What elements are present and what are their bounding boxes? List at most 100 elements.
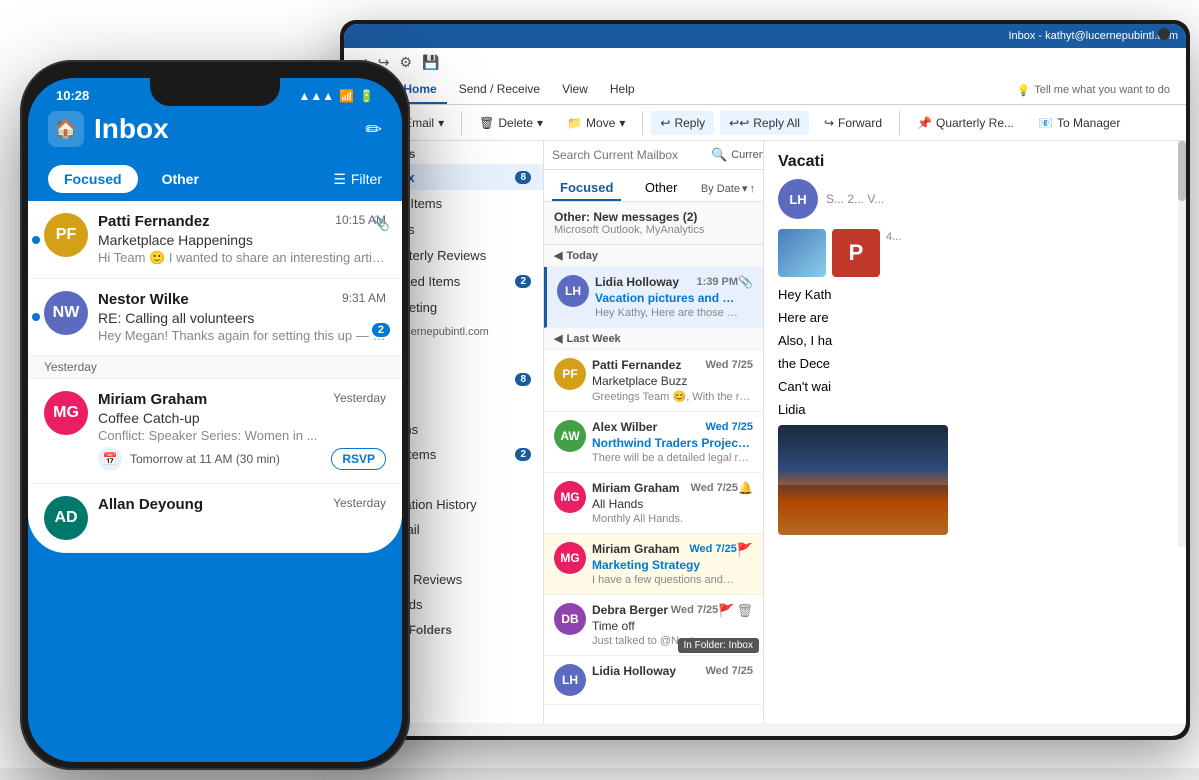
- email-inner: PF Patti Fernandez Wed 7/25 Marketplace …: [554, 358, 753, 403]
- ribbon-sep2: [642, 111, 643, 135]
- folder-inbox-badge: 8: [515, 373, 531, 386]
- quarterly-icon: 📌: [917, 116, 932, 130]
- email-subject: Marketplace Buzz: [592, 374, 753, 388]
- attachment-icon: 📎: [373, 215, 390, 232]
- email-list-item[interactable]: LH Lidia Holloway 1:39 PM Vacation pictu…: [544, 267, 763, 328]
- home-icon: 🏠: [48, 111, 84, 147]
- ribbon-sep1: [461, 111, 462, 135]
- reading-content: Vacati LH S... 2... V...: [764, 141, 1178, 547]
- reading-para-2: Here are: [778, 310, 1164, 325]
- thumb-label: 4...: [886, 231, 901, 277]
- delete-icon[interactable]: 🗑: [736, 603, 753, 619]
- email-body: Lidia Holloway 1:39 PM Vacation pictures…: [595, 275, 738, 319]
- section-last-week-triangle: ◀: [554, 332, 562, 345]
- email-list-item[interactable]: LH Lidia Holloway Wed 7/25: [544, 656, 763, 705]
- rsvp-button[interactable]: RSVP: [331, 448, 386, 470]
- reply-all-button[interactable]: ↩↩ Reply All: [720, 111, 809, 135]
- in-folder-badge: In Folder: Inbox: [678, 638, 759, 653]
- email-inner: AW Alex Wilber Wed 7/25 Northwind Trader…: [554, 420, 753, 464]
- reading-pane-title: Vacati: [778, 153, 1164, 171]
- email-preview: Monthly All Hands.: [592, 513, 738, 525]
- scrollbar-thumb[interactable]: [1178, 141, 1186, 201]
- email-row1: Allan Deyoung Yesterday: [98, 496, 386, 513]
- thumb-2: P: [832, 229, 880, 277]
- forward-button[interactable]: ↪ Forward: [815, 111, 891, 135]
- reply-icon: ↩: [660, 116, 670, 130]
- email-body: Lidia Holloway Wed 7/25: [592, 664, 753, 680]
- thumb-1: [778, 229, 826, 277]
- search-dropdown[interactable]: Current Mailbox ▾: [731, 149, 764, 162]
- email-sort-btn[interactable]: By Date ▾ ↑: [701, 182, 755, 195]
- phone-edit-icon[interactable]: ✏: [365, 117, 382, 142]
- titlebar-text: Inbox - kathyt@lucernepubintl.com: [1008, 30, 1178, 42]
- email-body: Miriam Graham Wed 7/25 All Hands Monthly…: [592, 481, 738, 525]
- phone-email-item[interactable]: PF Patti Fernandez 10:15 AM Marketplace …: [28, 201, 402, 279]
- phone-email-item[interactable]: AD Allan Deyoung Yesterday: [28, 484, 402, 553]
- email-list-item[interactable]: DB Debra Berger Wed 7/25 Time off Just t…: [544, 595, 763, 656]
- email-subject: Northwind Traders Project Review: [592, 436, 753, 450]
- email-date: 1:39 PM: [696, 276, 738, 288]
- email-preview: Hi Team 🙂 I wanted to share an interesti…: [98, 250, 386, 266]
- scrollbar-track[interactable]: [1178, 141, 1186, 547]
- move-button[interactable]: 📁 Move ▾: [558, 111, 634, 135]
- tab-help[interactable]: Help: [600, 76, 645, 104]
- phone-tabs-row: Focused Other ☰ Filter: [28, 157, 402, 201]
- search-input[interactable]: [552, 148, 707, 162]
- reading-para-6: Lidia: [778, 402, 1164, 417]
- section-last-week: ◀ Last Week: [544, 328, 763, 350]
- panel-tab-focused[interactable]: Focused: [552, 176, 621, 201]
- reading-para-5: Can't wai: [778, 379, 1164, 394]
- phone-tab-focused[interactable]: Focused: [48, 165, 138, 193]
- new-email-chevron: ▾: [438, 116, 444, 130]
- email-preview: I have a few questions and ideas around …: [592, 574, 737, 586]
- tab-view[interactable]: View: [552, 76, 598, 104]
- sender-name: Alex Wilber: [592, 420, 657, 434]
- email-subject: Vacation pictures and plans: [595, 291, 738, 305]
- email-list-item[interactable]: MG Miriam Graham Wed 7/25 Marketing Stra…: [544, 534, 763, 595]
- filter-icon: ☰: [333, 171, 346, 188]
- phone-email-item[interactable]: NW Nestor Wilke 9:31 AM RE: Calling all …: [28, 279, 402, 356]
- tell-me-text[interactable]: Tell me what you want to do: [1034, 84, 1170, 96]
- folder-deleted-badge: 2: [515, 448, 531, 461]
- email-preview: Conflict: Speaker Series: Women in ...: [98, 428, 386, 443]
- panel-tab-other[interactable]: Other: [637, 176, 686, 201]
- email-list-item[interactable]: PF Patti Fernandez Wed 7/25 Marketplace …: [544, 350, 763, 412]
- delete-icon: 🗑: [479, 116, 494, 130]
- phone-time: 10:28: [56, 88, 89, 103]
- email-panel-tabs: Focused Other By Date ▾ ↑: [544, 170, 763, 202]
- wifi-icon: 📶: [339, 89, 354, 103]
- section-last-week-label: Last Week: [566, 333, 620, 345]
- new-messages-banner[interactable]: Other: New messages (2) Microsoft Outloo…: [544, 202, 763, 245]
- phone-filter-btn[interactable]: ☰ Filter: [333, 171, 382, 188]
- reading-content-area: Vacati LH S... 2... V...: [764, 141, 1178, 547]
- phone-email-item[interactable]: MG Miriam Graham Yesterday Coffee Catch-…: [28, 379, 402, 484]
- sender-name: Lidia Holloway: [592, 664, 676, 678]
- reply-button[interactable]: ↩ Reply: [651, 111, 714, 135]
- phone-section-label: Yesterday: [28, 356, 402, 379]
- delete-button[interactable]: 🗑 Delete ▾: [470, 111, 552, 135]
- avatar: LH: [554, 664, 586, 696]
- email-content: Allan Deyoung Yesterday: [98, 496, 386, 515]
- phone-email-list: PF Patti Fernandez 10:15 AM Marketplace …: [28, 201, 402, 553]
- email-sender: Alex Wilber Wed 7/25: [592, 420, 753, 434]
- email-content: Miriam Graham Yesterday Coffee Catch-up …: [98, 391, 386, 471]
- reading-sender-info: S... 2... V...: [826, 192, 884, 206]
- email-date: Wed 7/25: [706, 421, 754, 433]
- new-messages-sub: Microsoft Outlook, MyAnalytics: [554, 224, 753, 236]
- email-sender: Allan Deyoung: [98, 496, 203, 513]
- search-icon[interactable]: 🔍: [711, 147, 727, 163]
- email-content: Patti Fernandez 10:15 AM Marketplace Hap…: [98, 213, 386, 266]
- current-mailbox-label: Current Mailbox: [731, 149, 764, 161]
- email-row1: Nestor Wilke 9:31 AM: [98, 291, 386, 308]
- reading-sender-details: S... 2... V...: [826, 192, 884, 206]
- to-manager-button[interactable]: 📧 To Manager: [1029, 111, 1129, 135]
- email-list-item[interactable]: AW Alex Wilber Wed 7/25 Northwind Trader…: [544, 412, 763, 473]
- quarterly-re-button[interactable]: 📌 Quarterly Re...: [908, 111, 1023, 135]
- phone-screen: 10:28 ▲▲▲ 📶 🔋 🏠 Inbox ✏ Focused: [28, 78, 402, 762]
- sender-name: Debra Berger: [592, 603, 668, 617]
- email-list-item[interactable]: MG Miriam Graham Wed 7/25 All Hands Mont…: [544, 473, 763, 534]
- attachment-icon: 📎: [738, 275, 753, 289]
- tab-send-receive[interactable]: Send / Receive: [449, 76, 550, 104]
- phone-tab-other[interactable]: Other: [146, 165, 215, 193]
- email-inner: LH Lidia Holloway Wed 7/25: [554, 664, 753, 696]
